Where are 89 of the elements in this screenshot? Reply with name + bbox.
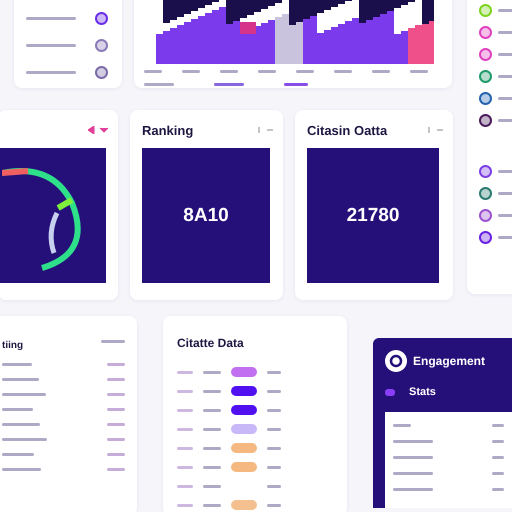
text-line [203, 408, 221, 412]
text-line [2, 363, 32, 366]
text-line [267, 370, 281, 374]
text-line [144, 83, 174, 86]
text-line [498, 53, 512, 56]
text-line [107, 363, 125, 366]
text-line [2, 378, 39, 381]
text-line [26, 44, 76, 47]
text-line [498, 192, 512, 195]
text-line [393, 488, 433, 491]
text-line [2, 453, 34, 456]
text-line [267, 390, 281, 392]
text-line [492, 456, 504, 459]
text-line [107, 378, 125, 381]
text-line [220, 70, 238, 73]
text-line [492, 472, 504, 475]
text-line [258, 70, 276, 73]
card-title: Ranking [142, 122, 194, 138]
text-line [267, 466, 281, 468]
text-line [214, 83, 244, 86]
avatar-icon[interactable] [479, 114, 492, 127]
text-line [101, 340, 125, 343]
text-line [203, 370, 221, 374]
text-line [203, 428, 221, 430]
ranking-value: 8A10 [183, 204, 229, 226]
text-line [107, 423, 125, 426]
text-line [177, 484, 193, 488]
text-line [410, 70, 428, 73]
text-line [203, 484, 221, 488]
card-title: Citatte Data [177, 336, 245, 350]
citation-value: 21780 [346, 204, 400, 226]
text-line [267, 504, 281, 506]
text-line [2, 393, 46, 396]
text-line [334, 70, 352, 73]
avatar-icon[interactable] [479, 92, 492, 105]
text-line [177, 428, 193, 430]
text-line [144, 70, 162, 73]
text-line [498, 170, 512, 173]
text-line [2, 423, 40, 426]
text-line [296, 70, 314, 73]
text-line [177, 408, 193, 412]
text-line [498, 119, 512, 122]
text-line [177, 446, 193, 450]
text-line [203, 466, 221, 468]
panel-title: Engagement [413, 354, 486, 368]
text-line [372, 70, 390, 73]
text-line [2, 408, 33, 411]
text-line [107, 408, 125, 411]
text-line [393, 472, 433, 475]
text-line [2, 468, 41, 471]
text-line [498, 236, 512, 239]
tab-marker [385, 388, 395, 396]
text-line [393, 456, 433, 459]
text-line [182, 70, 200, 73]
text-line [393, 424, 411, 427]
text-line [498, 9, 512, 12]
text-line [267, 484, 281, 488]
text-line [492, 440, 504, 443]
text-line [498, 214, 512, 217]
text-line [107, 393, 125, 396]
text-line [203, 390, 221, 392]
text-line [2, 438, 47, 441]
text-line [498, 75, 512, 78]
text-line [203, 504, 221, 506]
text-line [267, 446, 281, 450]
text-line [26, 17, 76, 20]
text-line [177, 504, 193, 506]
avatar-icon[interactable] [479, 165, 492, 178]
card-title: tiing [2, 340, 24, 351]
text-line [177, 466, 193, 468]
text-line [26, 71, 76, 74]
text-line [267, 408, 281, 412]
logo-icon [385, 350, 407, 372]
text-line [284, 83, 308, 86]
stats-tab[interactable]: Stats [409, 386, 436, 398]
text-line [492, 424, 504, 427]
avatar-icon[interactable] [479, 231, 492, 244]
text-line [498, 31, 512, 34]
text-line [203, 446, 221, 450]
card-title: Citasin Oatta [307, 122, 388, 138]
text-line [498, 97, 512, 100]
text-line [177, 370, 193, 374]
text-line [492, 488, 504, 491]
text-line [177, 390, 193, 392]
text-line [107, 453, 125, 456]
text-line [393, 440, 433, 443]
text-line [107, 468, 125, 471]
text-line [107, 438, 125, 441]
text-line [267, 428, 281, 430]
